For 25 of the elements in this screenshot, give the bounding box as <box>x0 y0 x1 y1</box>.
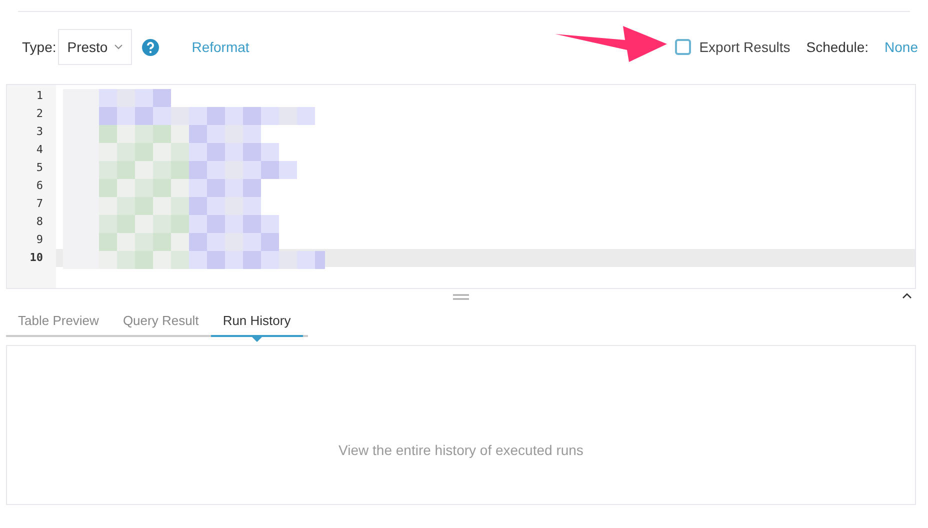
reformat-link[interactable]: Reformat <box>192 36 250 58</box>
line-number: 2 <box>36 107 43 120</box>
line-number: 1 <box>36 89 43 102</box>
tab-pointer-icon <box>252 337 262 342</box>
type-dropdown[interactable]: Presto <box>58 29 132 65</box>
schedule-label: Schedule: <box>806 38 869 56</box>
type-label: Type: <box>22 38 56 57</box>
line-number: 10 <box>30 251 43 264</box>
drag-handle-icon[interactable] <box>453 294 469 300</box>
tab[interactable]: Query Result <box>110 307 211 335</box>
tab[interactable]: Table Preview <box>6 307 111 335</box>
tab[interactable]: Run History <box>210 307 303 337</box>
line-number: 6 <box>36 179 43 192</box>
line-number: 3 <box>36 125 43 138</box>
line-number: 7 <box>36 197 43 210</box>
schedule-link[interactable]: None <box>884 36 918 58</box>
export-results-checkbox[interactable]: Export Results <box>675 36 790 58</box>
empty-message: View the entire history of executed runs <box>338 440 584 460</box>
line-number: 4 <box>36 143 43 156</box>
line-number: 9 <box>36 233 43 246</box>
line-number: 8 <box>36 215 43 228</box>
line-number: 5 <box>36 161 43 174</box>
collapse-icon[interactable] <box>902 293 912 299</box>
chevron-down-icon <box>114 44 123 50</box>
help-icon[interactable] <box>142 38 159 56</box>
